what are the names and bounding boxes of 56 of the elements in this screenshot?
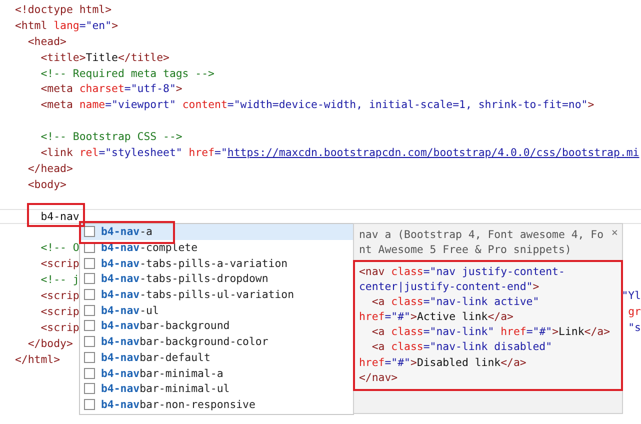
close-button[interactable]: × xyxy=(611,227,618,257)
snippet-icon xyxy=(84,273,95,284)
code-line: <meta charset="utf-8"> xyxy=(40,81,182,98)
code-line: <scrip xyxy=(40,320,80,336)
completion-item[interactable]: b4-nav-tabs-pills-a-variation xyxy=(80,255,353,272)
snippet-description: nav a (Bootstrap 4, Font awesome 4, Fo nt Awesome 5 Free & Pro snippets) xyxy=(359,227,605,257)
completion-item[interactable]: b4-nav-tabs-pills-dropdown xyxy=(80,271,353,287)
snippet-icon xyxy=(84,320,95,332)
code-line: <!-- O xyxy=(40,240,80,256)
completion-item[interactable]: b4-nav-ul xyxy=(80,302,353,318)
completion-item[interactable]: b4-navbar-minimal-ul xyxy=(80,380,353,397)
snippet-icon xyxy=(84,289,95,300)
completion-item[interactable]: b4-nav-complete xyxy=(80,240,353,256)
code-line: b4-nav xyxy=(40,210,80,224)
code-line: </html> xyxy=(15,352,60,368)
code-line: <!-- j xyxy=(40,272,80,288)
snippet-icon xyxy=(84,226,95,238)
code-line: <a class="nav-link disabled" xyxy=(370,339,554,355)
code-line: <head> xyxy=(28,34,66,50)
code-line: <a class="nav-link" href="#">Link</a> xyxy=(370,324,612,340)
code-fragment: gr xyxy=(628,304,641,320)
code-line: <link rel="stylesheet" href="https://maxcdn.bootstrapcdn.com/bootstrap/4.0.0/css/bootstrap.mi xyxy=(40,145,640,161)
snippet-icon xyxy=(84,398,95,410)
code-fragment: "s xyxy=(628,320,641,336)
code-line: center|justify-content-end"> xyxy=(359,279,540,294)
code-line: <scrip xyxy=(40,288,80,304)
code-line: <meta name="viewport" content="width=device-width, initial-scale=1, shrink-to-fit=no"> xyxy=(40,97,594,114)
code-line: <body> xyxy=(28,176,66,193)
completion-item[interactable]: b4-navbar-non-responsive xyxy=(80,396,353,412)
snippet-icon xyxy=(84,336,95,348)
code-line: href="#">Disabled link</a> xyxy=(359,354,528,370)
code-fragment: "Yl xyxy=(622,288,641,304)
code-line: </head> xyxy=(28,160,73,177)
code-line: <!-- Required meta tags --> xyxy=(40,66,214,82)
snippet-icon xyxy=(84,352,95,363)
code-line: <scrip xyxy=(40,256,80,272)
code-line: href="#">Active link</a> xyxy=(359,309,514,324)
code-line: <html lang="en"> xyxy=(15,18,118,34)
completion-item[interactable]: b4-navbar-default xyxy=(80,350,353,366)
code-line: <!-- Bootstrap CSS --> xyxy=(40,129,182,146)
completion-item[interactable]: b4-navbar-background-color xyxy=(80,334,353,350)
completion-item[interactable]: b4-nav-a xyxy=(80,224,353,240)
code-line: <scrip xyxy=(40,304,80,320)
completion-item[interactable]: b4-navbar-minimal-a xyxy=(80,365,353,381)
code-line: </body> xyxy=(28,336,73,352)
code-line: <nav class="nav justify-content- xyxy=(359,264,566,280)
snippet-icon xyxy=(84,383,95,394)
code-line: <!doctype html> xyxy=(15,2,112,18)
snippet-icon xyxy=(84,258,95,269)
code-line: <a class="nav-link active" xyxy=(370,294,540,310)
snippet-icon xyxy=(84,368,95,379)
completion-item[interactable]: b4-navbar-background xyxy=(80,318,353,334)
code-line: <title>Title</title> xyxy=(40,50,170,66)
snippet-icon xyxy=(84,304,95,316)
completion-item[interactable]: b4-nav-tabs-pills-ul-variation xyxy=(80,286,353,302)
code-line: </nav> xyxy=(359,370,399,385)
